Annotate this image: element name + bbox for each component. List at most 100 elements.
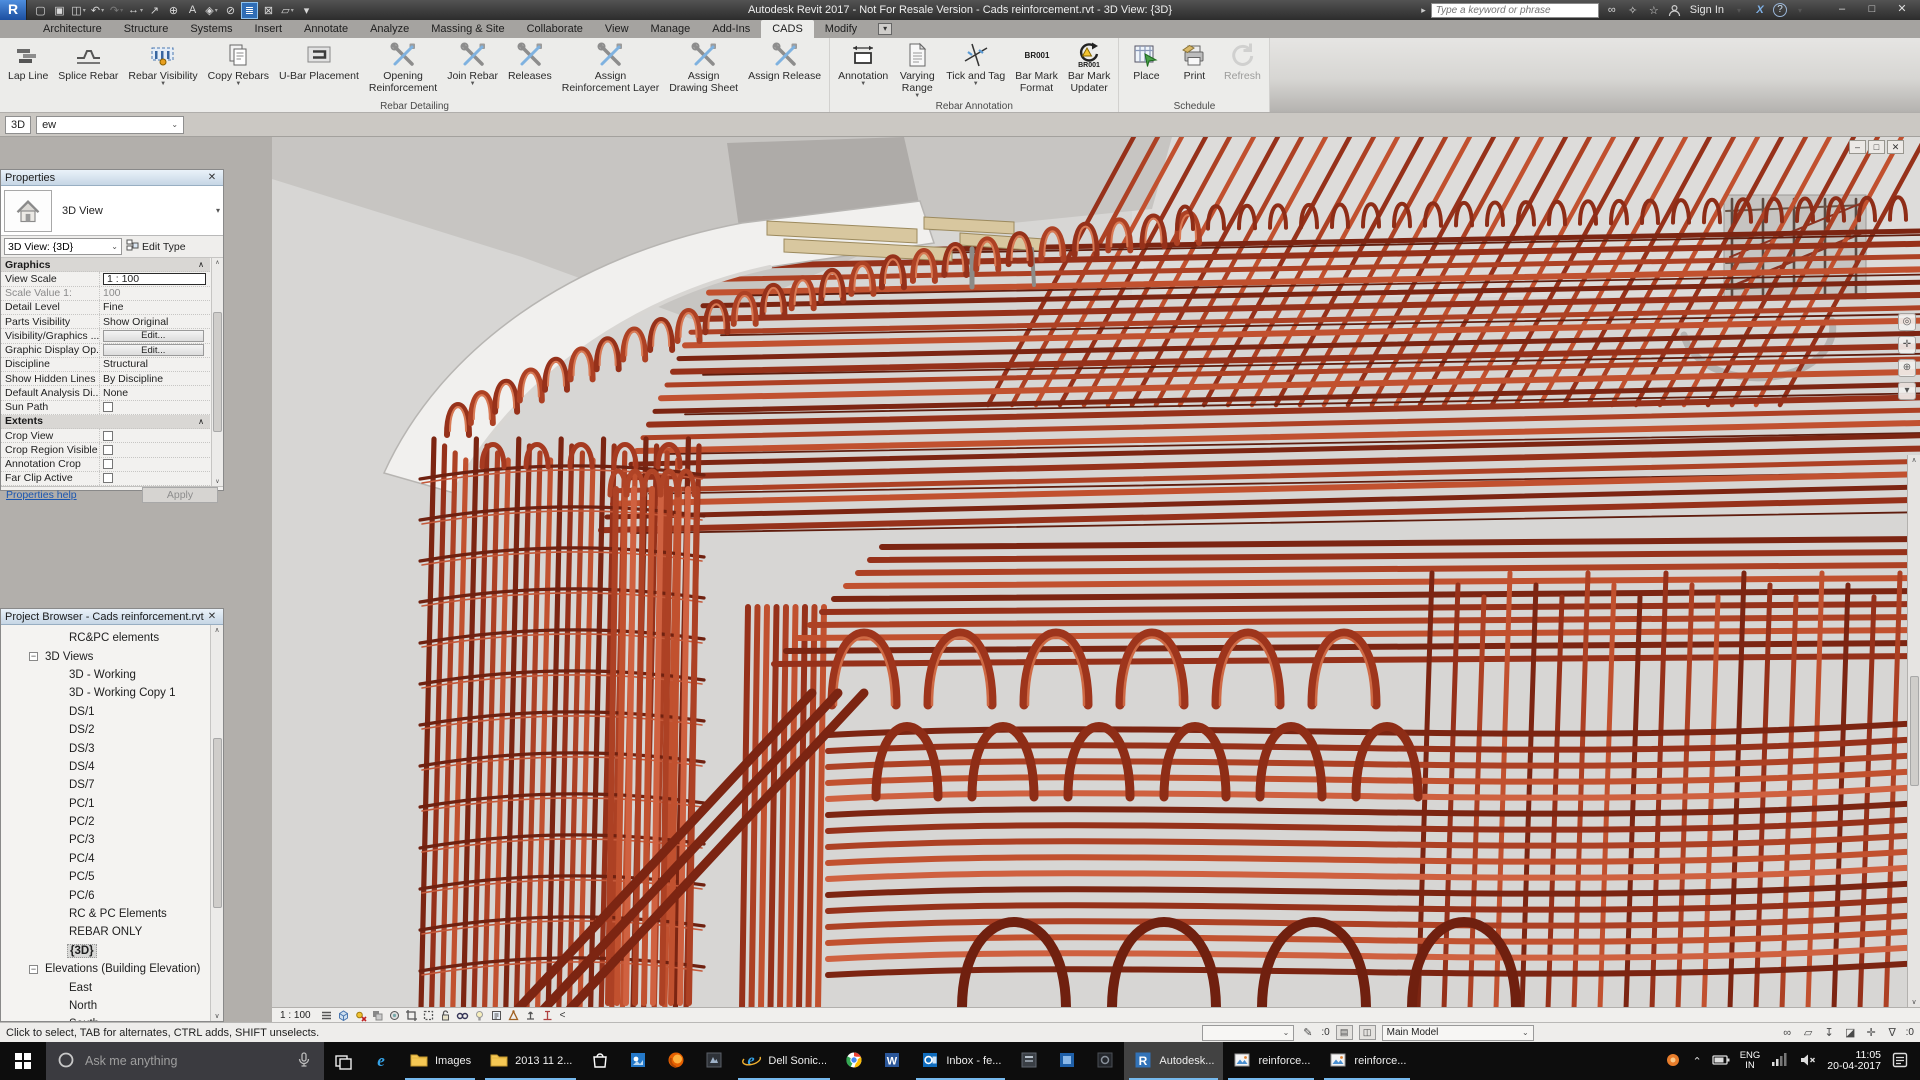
refresh-button[interactable]: Refresh [1218, 40, 1266, 100]
measure-icon-dropdown[interactable]: ▾ [140, 7, 143, 14]
annotation-button[interactable]: Annotation▼ [833, 40, 893, 100]
splice-rebar-button[interactable]: Splice Rebar [53, 40, 123, 100]
tab-analyze[interactable]: Analyze [359, 20, 420, 38]
tag-by-category-icon[interactable]: ⊕ [165, 2, 182, 19]
checkbox[interactable] [103, 445, 113, 455]
network-icon[interactable] [1769, 1050, 1789, 1073]
language-indicator[interactable]: ENGIN [1740, 1051, 1761, 1071]
tree-item-rc-pc-elements[interactable]: RC & PC Elements [1, 905, 209, 923]
tab-cads[interactable]: CADS [761, 20, 814, 38]
tree-item-pc-1[interactable]: PC/1 [1, 795, 209, 813]
crop-view-icon[interactable] [405, 1009, 419, 1022]
varying-range-button[interactable]: VaryingRange▼ [893, 40, 941, 100]
scrollbar-thumb[interactable] [1910, 676, 1919, 786]
show-analytical-model-icon[interactable] [507, 1009, 521, 1022]
scrollbar-thumb[interactable] [213, 738, 222, 908]
tab-modify[interactable]: Modify [814, 20, 868, 38]
detail-level-icon[interactable] [320, 1009, 334, 1022]
navigation-options-icon[interactable]: ▾ [1898, 382, 1916, 400]
scroll-up-icon[interactable]: ∧ [214, 626, 219, 634]
battery-icon[interactable] [1711, 1050, 1731, 1073]
select-links-icon[interactable]: ∞ [1780, 1027, 1795, 1039]
taskbar-ie-dell-sonic[interactable]: eDell Sonic... [733, 1042, 835, 1080]
communication-center-icon[interactable]: ✧ [1625, 2, 1641, 18]
tree-item-north[interactable]: North [1, 997, 209, 1015]
tick-and-tag-button[interactable]: Tick and Tag▼ [941, 40, 1010, 100]
close-button[interactable]: ✕ [1887, 1, 1917, 19]
tree-item-pc-3[interactable]: PC/3 [1, 831, 209, 849]
print-button[interactable]: Print [1170, 40, 1218, 100]
assign-reinforcement-layer-button[interactable]: AssignReinforcement Layer [557, 40, 664, 100]
exchange-apps-icon[interactable]: X [1752, 2, 1768, 18]
worksets-dialog-icon[interactable]: ▤ [1336, 1025, 1353, 1040]
steering-wheel-icon[interactable]: ◎ [1898, 313, 1916, 331]
sync-with-central-icon-dropdown[interactable]: ▾ [83, 7, 86, 14]
task-view-button[interactable] [324, 1042, 362, 1080]
join-rebar-button[interactable]: Join Rebar▼ [442, 40, 503, 100]
checkbox[interactable] [103, 459, 113, 469]
clock[interactable]: 11:0520-04-2017 [1827, 1050, 1881, 1073]
project-browser-header[interactable]: Project Browser - Cads reinforcement.rvt… [1, 609, 223, 625]
tree-item-ds-3[interactable]: DS/3 [1, 739, 209, 757]
checkbox[interactable] [103, 473, 113, 483]
select-underlay-icon[interactable]: ▱ [1801, 1026, 1816, 1039]
property-value[interactable]: None [103, 387, 128, 399]
copy-rebars-button[interactable]: Copy Rebars▼ [203, 40, 274, 100]
tab-massing-site[interactable]: Massing & Site [420, 20, 515, 38]
select-pinned-icon[interactable]: ↧ [1822, 1026, 1837, 1039]
help-search-input[interactable] [1431, 3, 1599, 18]
ribbon-state-toggle[interactable]: ▾ [878, 20, 892, 38]
view-selector-combo[interactable]: ew ⌄ [36, 116, 184, 134]
edit-button[interactable]: Edit... [103, 330, 204, 342]
tray-app-icon[interactable] [1663, 1050, 1683, 1073]
property-value[interactable]: Fine [103, 301, 123, 313]
tree-item-3d-working-copy-1[interactable]: 3D - Working Copy 1 [1, 684, 209, 702]
tab-systems[interactable]: Systems [179, 20, 243, 38]
apply-button[interactable]: Apply [142, 487, 218, 503]
u-bar-placement-button[interactable]: U-Bar Placement [274, 40, 364, 100]
collapse-chevron-icon[interactable]: ∧ [198, 260, 210, 269]
unlocked-view-icon[interactable] [439, 1009, 453, 1022]
taskbar-dark-app[interactable] [695, 1042, 733, 1080]
rebar-visibility-button[interactable]: Rebar Visibility▼ [123, 40, 202, 100]
properties-help-link[interactable]: Properties help [6, 489, 77, 501]
temporary-view-properties-icon[interactable] [490, 1009, 504, 1022]
taskbar-outlook-inbox[interactable]: Inbox - fe... [911, 1042, 1010, 1080]
pan-icon[interactable]: ✛ [1898, 336, 1916, 354]
volume-icon[interactable] [1798, 1050, 1818, 1073]
properties-scrollbar[interactable]: ∧∨ [211, 258, 223, 486]
tab-architecture[interactable]: Architecture [32, 20, 113, 38]
search-icon[interactable]: ∞ [1604, 2, 1620, 18]
tree-expander-icon[interactable]: − [29, 652, 38, 661]
taskbar-app-dark2[interactable] [1086, 1042, 1124, 1080]
tree-item-pc-6[interactable]: PC/6 [1, 886, 209, 904]
tree-item-pc-5[interactable]: PC/5 [1, 868, 209, 886]
scroll-up-icon[interactable]: ∧ [215, 259, 219, 266]
tree-item-ds-1[interactable]: DS/1 [1, 703, 209, 721]
taskbar-word[interactable]: W [873, 1042, 911, 1080]
close-icon[interactable]: ✕ [205, 172, 219, 183]
property-value[interactable]: Show Original [103, 316, 168, 328]
taskbar-firefox[interactable] [657, 1042, 695, 1080]
instance-selector[interactable]: 3D View: {3D} ⌄ [4, 238, 122, 255]
reveal-hidden-elements-icon[interactable] [473, 1009, 487, 1022]
tree-item-rebar-only[interactable]: REBAR ONLY [1, 923, 209, 941]
undo-icon[interactable]: ↶▾ [89, 2, 106, 19]
select-by-face-icon[interactable]: ◪ [1843, 1026, 1858, 1039]
place-button[interactable]: Place [1122, 40, 1170, 100]
close-icon[interactable]: ✕ [205, 611, 219, 622]
edit-button[interactable]: Edit... [103, 344, 204, 356]
shadows-icon[interactable] [371, 1009, 385, 1022]
property-value[interactable]: 100 [103, 287, 121, 299]
tree-item-pc-4[interactable]: PC/4 [1, 850, 209, 868]
undo-icon-dropdown[interactable]: ▾ [101, 7, 104, 14]
show-hidden-icons-icon[interactable]: ⌃ [1692, 1055, 1701, 1068]
sign-in-dropdown-icon[interactable]: ▾ [1731, 2, 1747, 18]
canvas-vertical-scrollbar[interactable]: ∧ ∨ [1907, 455, 1920, 1007]
show-rendering-icon[interactable] [388, 1009, 402, 1022]
sign-in-button[interactable]: Sign In [1688, 4, 1726, 16]
scrollbar-thumb[interactable] [213, 312, 222, 432]
tab-insert[interactable]: Insert [244, 20, 294, 38]
tree-item-3d-views[interactable]: −3D Views [1, 647, 209, 665]
type-selector[interactable]: 3D View ▾ [1, 186, 223, 236]
